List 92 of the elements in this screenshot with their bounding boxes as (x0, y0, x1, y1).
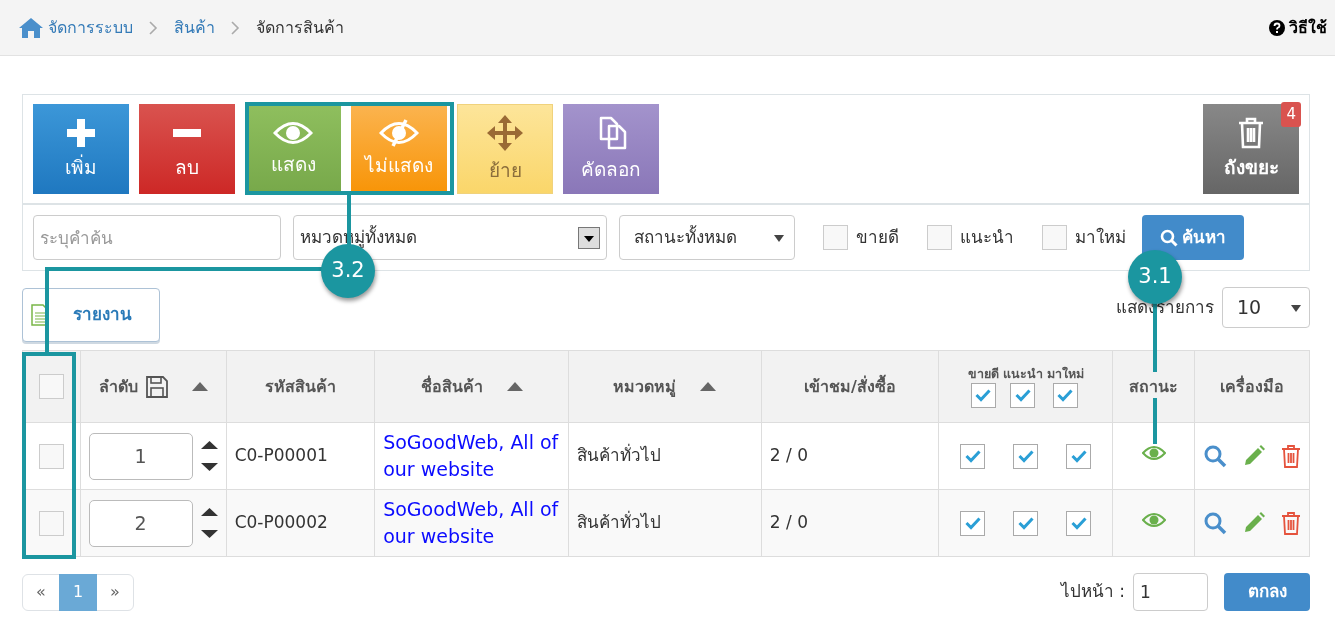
check-icon (975, 389, 992, 403)
checkbox[interactable] (1052, 383, 1078, 409)
breadcrumb-link[interactable]: จัดการระบบ (48, 15, 133, 40)
column-header: ลำดับ (98, 375, 138, 398)
home-icon (18, 16, 44, 39)
checkbox[interactable] (970, 383, 996, 409)
select-all-checkbox[interactable] (38, 374, 64, 399)
checkbox-label: ขายดี (856, 225, 899, 249)
goto-label: ไปหน้า : (1060, 580, 1125, 604)
pencil-icon[interactable] (1242, 445, 1265, 467)
column-header: หมวดหมู่ (613, 375, 677, 399)
page-size-select[interactable]: 10 (1222, 287, 1310, 328)
sort-icon[interactable] (506, 382, 523, 391)
table-cell: C0-P00001 (234, 445, 328, 466)
checkbox-label: แนะนำ (960, 225, 1014, 249)
checkbox[interactable] (927, 225, 952, 250)
eye-icon[interactable] (1141, 444, 1166, 461)
order-field[interactable]: 1 (88, 432, 193, 480)
save-icon[interactable] (145, 375, 168, 398)
check-icon (1017, 449, 1034, 463)
arrows-icon (486, 113, 524, 152)
column-header: เครื่องมือ (1219, 374, 1284, 398)
search-button[interactable]: ค้นหา (1142, 215, 1244, 260)
copy-button[interactable]: คัดลอก (563, 104, 659, 194)
help-link[interactable]: วิธีใช้ (1289, 15, 1327, 40)
eye-slash-icon (379, 118, 419, 147)
up-down-arrows-icon[interactable] (200, 507, 218, 539)
add-button[interactable]: เพิ่ม (33, 104, 129, 194)
column-header: มาใหม่ (1046, 364, 1084, 383)
column-header: เข้าชม/สั่งซื้อ (803, 374, 896, 398)
table-cell: 2 / 0 (769, 512, 808, 533)
row-checkbox[interactable] (38, 510, 64, 536)
breadcrumb-current: จัดการสินค้า (256, 16, 344, 39)
trash-icon[interactable] (1280, 511, 1301, 535)
column-header: แนะนำ (1002, 364, 1043, 383)
table-cell: 2 / 0 (769, 445, 808, 466)
trash-icon (1237, 116, 1265, 149)
check-icon (1070, 449, 1087, 463)
table-cell: C0-P00002 (234, 512, 328, 533)
search-icon[interactable] (1202, 444, 1227, 468)
checkbox[interactable] (1010, 383, 1036, 409)
checkbox[interactable] (960, 510, 986, 536)
checkbox[interactable] (1013, 443, 1039, 469)
move-button[interactable]: ย้าย (457, 104, 553, 194)
chevron-icon (231, 20, 240, 35)
pencil-icon[interactable] (1242, 512, 1265, 534)
search-icon (1160, 228, 1178, 247)
count-badge: 4 (1281, 102, 1301, 127)
page-link[interactable]: » (96, 573, 134, 611)
help-icon[interactable] (1269, 19, 1285, 36)
chevron-icon (149, 20, 158, 35)
check-icon (1070, 516, 1087, 530)
page-link[interactable]: « (22, 573, 60, 611)
table-cell: สินค้าทั่วไป (576, 445, 661, 466)
eye-icon (273, 119, 313, 146)
page-field[interactable]: 1 (1133, 573, 1208, 611)
dropdown-arrow-icon[interactable] (774, 232, 784, 243)
remove-button[interactable]: ลบ (139, 104, 235, 194)
check-icon (1014, 389, 1031, 403)
order-field[interactable]: 2 (88, 499, 193, 547)
check-icon (1017, 516, 1034, 530)
search-field[interactable]: ระบุคำค้น (33, 215, 281, 260)
breadcrumb-link[interactable]: สินค้า (174, 15, 215, 40)
checkbox[interactable] (1066, 443, 1092, 469)
row-checkbox[interactable] (38, 443, 64, 469)
report-button[interactable]: รายงาน (22, 288, 160, 342)
trash-icon[interactable] (1280, 444, 1301, 468)
column-header: ขายดี (967, 364, 999, 383)
go-button[interactable]: ตกลง (1224, 573, 1310, 611)
table-cell: สินค้าทั่วไป (576, 512, 661, 533)
plus-icon (65, 116, 97, 149)
column-header: รหัสสินค้า (264, 375, 336, 398)
column-header: สถานะ (1129, 375, 1179, 398)
checkbox[interactable] (1013, 510, 1039, 536)
up-down-arrows-icon[interactable] (200, 440, 218, 472)
eye-icon[interactable] (1141, 511, 1166, 528)
checkbox[interactable] (823, 225, 848, 250)
status-select[interactable]: สถานะทั้งหมด (619, 215, 795, 260)
checkbox[interactable] (1066, 510, 1092, 536)
sort-icon[interactable] (700, 382, 717, 391)
checkbox[interactable] (1042, 225, 1067, 250)
checkbox[interactable] (960, 443, 986, 469)
check-icon (1057, 389, 1074, 403)
search-icon[interactable] (1202, 511, 1227, 535)
column-header: ชื่อสินค้า (420, 374, 483, 398)
sort-icon[interactable] (191, 382, 208, 391)
checkbox-label: มาใหม่ (1075, 225, 1126, 249)
dropdown-arrow-icon[interactable] (1291, 302, 1301, 313)
check-icon (964, 516, 981, 530)
page-link[interactable]: 1 (59, 573, 97, 611)
check-icon (964, 449, 981, 463)
minus-icon (173, 128, 201, 137)
